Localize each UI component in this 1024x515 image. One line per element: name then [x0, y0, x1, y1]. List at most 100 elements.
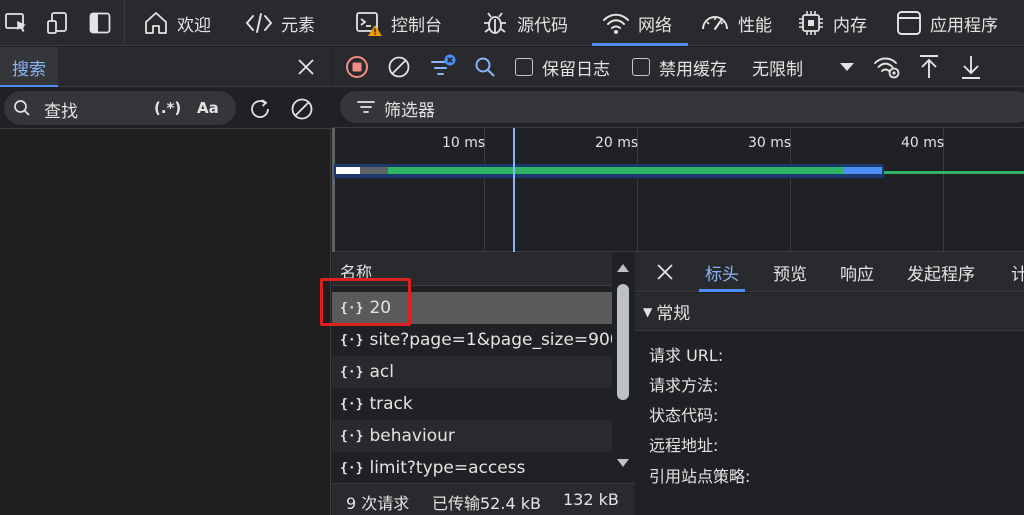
close-search-icon[interactable]: [292, 54, 320, 80]
tab-welcome[interactable]: 欢迎: [143, 0, 211, 46]
wifi-icon: [603, 13, 629, 34]
tick-label: 10 ms: [442, 135, 486, 151]
scroll-up-icon[interactable]: [616, 262, 630, 274]
json-icon: {·}: [340, 332, 364, 348]
tab-application[interactable]: 应用程序: [896, 0, 998, 46]
search-placeholder: 查找: [44, 102, 78, 122]
filter-icon: [356, 98, 376, 116]
network-toolbar: 保留日志 禁用缓存 无限制: [332, 47, 1024, 87]
json-icon: {·}: [340, 364, 364, 380]
tick-label: 40 ms: [901, 135, 945, 151]
application-icon: [897, 11, 921, 35]
general-section-header[interactable]: ▼ 常规: [635, 293, 1024, 331]
console-warning-icon: [356, 12, 382, 36]
request-row[interactable]: {·} behaviour: [332, 420, 612, 452]
tab-label: 应用程序: [930, 15, 998, 36]
filter-placeholder: 筛选器: [384, 101, 435, 121]
filter-input[interactable]: 筛选器: [340, 91, 1024, 123]
chevron-down-icon[interactable]: [838, 59, 856, 75]
overview-left-handle[interactable]: [332, 128, 335, 252]
refresh-icon[interactable]: [246, 95, 274, 123]
overview-bar-tail: [884, 171, 1024, 174]
general-section-title: 常规: [656, 304, 691, 324]
search-network-icon[interactable]: [472, 54, 498, 80]
tab-performance[interactable]: 性能: [700, 0, 772, 46]
request-name: track: [369, 394, 413, 414]
preserve-log-checkbox[interactable]: [515, 58, 533, 76]
request-list: 名称 {·} 20 {·} site?page=1&page_size=900 …: [320, 252, 634, 515]
tab-label: 标头: [705, 264, 739, 285]
request-row[interactable]: {·} track: [332, 388, 612, 420]
overview-bar-queue: [336, 167, 360, 174]
request-count: 9 次请求: [346, 494, 410, 513]
request-detail-panel: 标头 预览 响应 发起程序 计 ▼ 常规 请求 URL: 请求方法: 状态代码:…: [635, 252, 1024, 515]
search-drawer-header: 搜索: [0, 47, 331, 87]
throttling-select[interactable]: 无限制: [752, 55, 803, 80]
request-row[interactable]: {·} site?page=1&page_size=900: [332, 324, 621, 356]
tab-elements[interactable]: 元素: [245, 0, 315, 46]
tab-response[interactable]: 响应: [840, 252, 874, 292]
network-status-bar: 9 次请求 已传输52.4 kB 132 kB: [332, 483, 634, 515]
request-url-label: 请求 URL:: [649, 346, 724, 365]
regex-toggle[interactable]: (.*): [154, 99, 181, 117]
code-icon: [245, 13, 273, 33]
request-name: limit?type=access: [369, 458, 526, 478]
import-har-icon[interactable]: [916, 53, 942, 81]
tab-network[interactable]: 网络: [592, 0, 688, 46]
clear-search-icon[interactable]: [288, 95, 316, 123]
disable-cache-label: 禁用缓存: [659, 60, 727, 80]
dock-side-icon[interactable]: [86, 10, 114, 36]
tab-initiator[interactable]: 发起程序: [907, 252, 975, 292]
record-stop-icon[interactable]: [344, 54, 370, 80]
referrer-policy-label: 引用站点策略:: [649, 467, 751, 486]
remote-address-label: 远程地址:: [649, 436, 719, 455]
detail-tabs: 标头 预览 响应 发起程序 计: [635, 252, 1024, 292]
home-icon: [145, 12, 167, 34]
tab-label: 发起程序: [907, 264, 975, 285]
request-method-label: 请求方法:: [649, 376, 719, 395]
tab-preview[interactable]: 预览: [773, 252, 807, 292]
request-row[interactable]: {·} limit?type=access: [332, 452, 612, 484]
tab-label: 响应: [840, 264, 874, 285]
tab-label: 欢迎: [177, 15, 211, 36]
inspect-element-icon[interactable]: [2, 10, 32, 36]
export-har-icon[interactable]: [958, 53, 984, 81]
gauge-icon: [702, 16, 728, 30]
tab-headers[interactable]: 标头: [699, 252, 745, 292]
tab-label: 元素: [281, 15, 315, 36]
overview-bar-download: [844, 167, 882, 174]
scrollbar-thumb[interactable]: [617, 284, 629, 400]
device-toolbar-icon[interactable]: [44, 10, 72, 36]
disable-cache-checkbox[interactable]: [632, 58, 650, 76]
devtools-main-toolbar: 欢迎 元素 控制台 源代码 网络 性能 内存 应用程序: [0, 0, 1024, 46]
tab-timing[interactable]: 计: [1011, 252, 1024, 292]
request-name: acl: [369, 362, 394, 382]
tab-search[interactable]: 搜索: [0, 47, 58, 87]
scroll-down-icon[interactable]: [616, 457, 630, 469]
tab-label: 源代码: [517, 15, 568, 36]
tab-memory[interactable]: 内存: [797, 0, 867, 46]
filter-active-icon[interactable]: [428, 52, 458, 82]
json-icon: {·}: [340, 460, 364, 476]
search-icon: [12, 98, 32, 118]
close-detail-icon[interactable]: [653, 261, 677, 283]
request-row[interactable]: {·} acl: [332, 356, 612, 388]
scrollbar[interactable]: [612, 252, 634, 482]
status-code-label: 状态代码:: [649, 406, 719, 425]
transferred-size: 已传输52.4 kB: [432, 494, 541, 513]
bug-icon: [484, 12, 506, 34]
tab-console[interactable]: 控制台: [355, 0, 442, 46]
dom-content-loaded-marker: [513, 128, 515, 252]
clear-log-icon[interactable]: [386, 54, 412, 80]
highlight-annotation: [320, 278, 411, 326]
request-name: behaviour: [369, 426, 455, 446]
tab-label: 性能: [738, 15, 772, 36]
tab-sources[interactable]: 源代码: [481, 0, 568, 46]
network-overview[interactable]: 10 ms 20 ms 30 ms 40 ms: [332, 128, 1024, 252]
search-input[interactable]: 查找 (.*) Aa: [4, 91, 236, 125]
overview-bar-stalled: [360, 167, 388, 174]
network-conditions-icon[interactable]: [872, 53, 902, 81]
request-name: site?page=1&page_size=900: [369, 330, 621, 350]
match-case-toggle[interactable]: Aa: [197, 99, 219, 117]
memory-chip-icon: [799, 11, 823, 35]
